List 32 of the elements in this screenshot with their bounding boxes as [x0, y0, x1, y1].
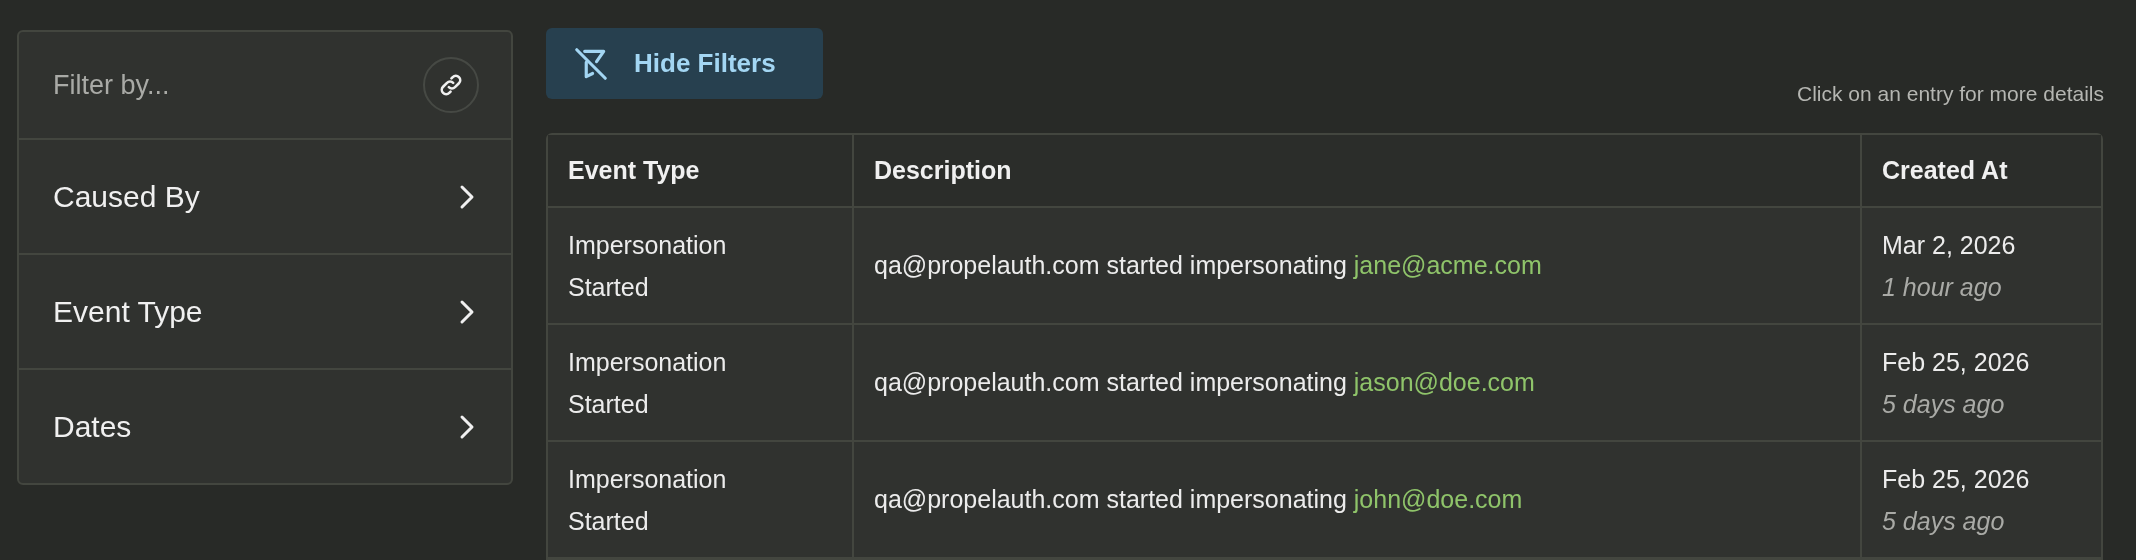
event-type-text: Impersonation Started — [568, 346, 728, 420]
description-text: qa@propelauth.com started impersonating jason@doe.com — [874, 366, 1535, 398]
hide-filters-button[interactable]: Hide Filters — [546, 28, 823, 99]
filter-input-field[interactable]: Filter by... — [53, 64, 393, 106]
event-type-text: Impersonation Started — [568, 463, 728, 537]
relative-time-text: 1 hour ago — [1882, 271, 2003, 303]
copy-link-button[interactable] — [423, 57, 479, 113]
description-text: qa@propelauth.com started impersonating john@doe.com — [874, 483, 1523, 515]
description-text: qa@propelauth.com started impersonating jane@acme.com — [874, 249, 1542, 281]
email-link[interactable]: jane@acme.com — [1353, 250, 1542, 279]
date-text: Mar 2, 2026 — [1882, 229, 2017, 261]
email-link[interactable]: jason@doe.com — [1353, 367, 1535, 396]
filter-section[interactable]: Dates — [19, 370, 511, 483]
chevron-icon — [459, 183, 475, 210]
event-type-text: Impersonation Started — [568, 229, 728, 303]
column-header: Description — [874, 154, 1012, 186]
column-header: Created At — [1882, 154, 2008, 186]
table-row[interactable]: Impersonation Started qa@propelauth.com started impersonating jane@acme.com Mar 2, 2026 1 hour ago — [548, 208, 2101, 325]
filter-section[interactable]: Event Type — [19, 255, 511, 370]
email-link[interactable]: john@doe.com — [1353, 484, 1523, 513]
chevron-icon — [459, 298, 475, 325]
table-row[interactable]: Impersonation Started qa@propelauth.com started impersonating john@doe.com Feb 25, 2026 5 days ago — [548, 442, 2101, 559]
date-text: Feb 25, 2026 — [1882, 463, 2031, 495]
column-header: Event Type — [568, 154, 700, 186]
filter-section[interactable]: Caused By — [19, 140, 511, 255]
hint-text: Click on an entry for more details — [1797, 80, 2104, 107]
link-icon — [438, 72, 464, 98]
relative-time-text: 5 days ago — [1882, 388, 2006, 420]
relative-time-text: 5 days ago — [1882, 505, 2006, 537]
table-row[interactable]: Impersonation Started qa@propelauth.com started impersonating jason@doe.com Feb 25, 2026 5 days ago — [548, 325, 2101, 442]
chevron-icon — [459, 413, 475, 440]
date-text: Feb 25, 2026 — [1882, 346, 2031, 378]
